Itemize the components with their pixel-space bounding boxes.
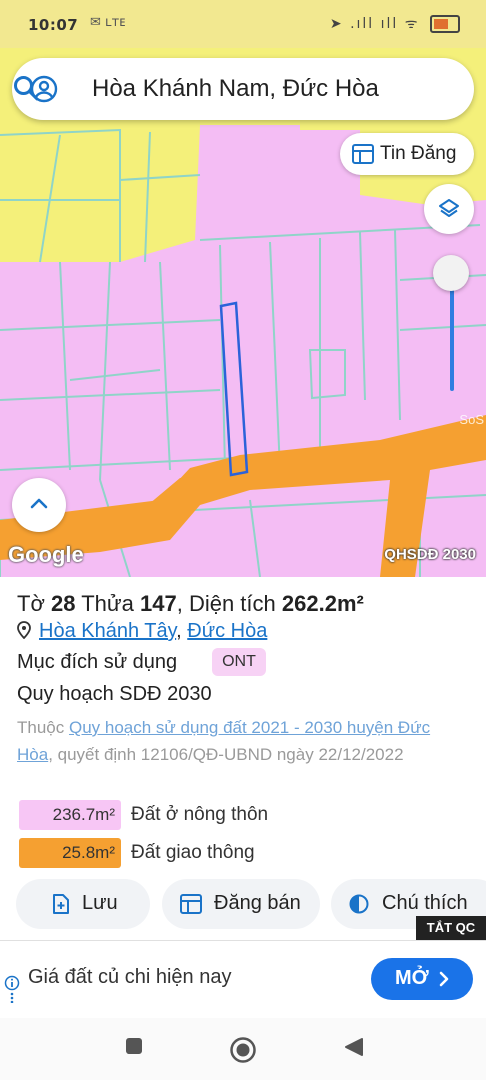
plan-title: Quy hoạch SDĐ 2030 bbox=[17, 683, 212, 705]
legend-area: 236.7m² bbox=[52, 805, 115, 824]
search-icon[interactable] bbox=[12, 74, 40, 102]
purpose-badge: ONT bbox=[212, 648, 266, 676]
save-button[interactable]: Lưu bbox=[16, 879, 150, 929]
close-ad-button[interactable]: TẮT QC bbox=[416, 916, 486, 940]
layers-button[interactable] bbox=[424, 184, 474, 234]
listing-icon bbox=[352, 144, 374, 164]
slider-knob[interactable] bbox=[433, 255, 469, 291]
google-logo: Google bbox=[8, 542, 84, 567]
area-label: Diện tích bbox=[188, 591, 276, 616]
search-query[interactable]: Hòa Khánh Nam, Đức Hòa bbox=[92, 75, 379, 103]
map-layer-label: QHSDĐ 2030 bbox=[384, 546, 476, 563]
purpose-label: Mục đích sử dụng bbox=[17, 651, 178, 673]
parcel-location: Hòa Khánh Tây, Đức Hòa bbox=[17, 620, 267, 643]
district-link[interactable]: Đức Hòa bbox=[187, 620, 267, 642]
ward-link[interactable]: Hòa Khánh Tây bbox=[39, 620, 176, 642]
search-bar[interactable]: Hòa Khánh Nam, Đức Hòa bbox=[12, 58, 474, 120]
tin-dang-label: Tin Đăng bbox=[380, 143, 457, 164]
ad-info-icon[interactable] bbox=[4, 975, 20, 1003]
expand-panel-button[interactable] bbox=[12, 478, 66, 532]
ad-banner[interactable]: Giá đất củ chi hiện nay MỞ bbox=[0, 940, 486, 1019]
legend-area: 25.8m² bbox=[62, 843, 115, 862]
ad-open-label: MỞ bbox=[395, 967, 429, 989]
layers-icon bbox=[439, 199, 459, 217]
to-number: 28 bbox=[51, 591, 76, 616]
clock: 10:07 bbox=[28, 16, 79, 34]
desc-prefix: Thuộc bbox=[17, 718, 65, 737]
layer-opacity-slider[interactable] bbox=[433, 255, 469, 405]
location-separator: , bbox=[176, 620, 182, 642]
contrast-icon bbox=[349, 894, 369, 914]
ad-text[interactable]: Giá đất củ chi hiện nay bbox=[28, 966, 231, 989]
legend-label: Đất giao thông bbox=[131, 842, 255, 863]
legend-row: 236.7m² Đất ở nông thôn bbox=[19, 800, 479, 830]
add-file-icon bbox=[53, 894, 69, 914]
system-nav-bar bbox=[0, 1018, 486, 1080]
legend-label: Đất ở nông thôn bbox=[131, 804, 269, 825]
parcel-info-panel: Tờ 28 Thửa 147, Diện tích 262.2m² Hòa Kh… bbox=[0, 577, 486, 940]
action-buttons: Lưu Đăng bán Chú thích bbox=[0, 879, 486, 931]
recent-apps-icon[interactable] bbox=[124, 1036, 144, 1056]
notes-label: Chú thích bbox=[382, 892, 468, 914]
parcel-title: Tờ 28 Thửa 147, Diện tích 262.2m² bbox=[17, 591, 364, 616]
save-label: Lưu bbox=[82, 892, 118, 914]
tin-dang-button[interactable]: Tin Đăng bbox=[340, 133, 474, 175]
signal-icons: ➤ .ıll ıll ᯤ bbox=[330, 14, 460, 33]
back-icon[interactable] bbox=[343, 1036, 365, 1058]
ad-open-button[interactable]: MỞ bbox=[371, 958, 473, 1000]
signal-wifi-icons: ➤ .ıll ıll ᯤ bbox=[329, 16, 420, 32]
location-pin-icon bbox=[17, 621, 31, 639]
area-value: 262.2m² bbox=[281, 591, 364, 616]
desc-suffix: , quyết định 12106/QĐ-UBND ngày 22/12/20… bbox=[48, 745, 404, 764]
thua-label: Thửa bbox=[81, 591, 134, 616]
chevron-right-icon bbox=[439, 971, 449, 987]
legend-swatch: 236.7m² bbox=[19, 800, 121, 830]
notification-icons: ✉ ʟᴛᴇ bbox=[90, 15, 126, 30]
listing-icon bbox=[180, 894, 202, 914]
legend-row: 25.8m² Đất giao thông bbox=[19, 838, 479, 868]
home-icon[interactable] bbox=[229, 1036, 257, 1064]
thua-number: 147 bbox=[139, 591, 177, 616]
plan-description: Thuộc Quy hoạch sử dụng đất 2021 - 2030 … bbox=[17, 714, 467, 768]
chevron-up-icon bbox=[30, 498, 48, 509]
sell-label: Đăng bán bbox=[214, 892, 301, 914]
battery-icon bbox=[430, 15, 460, 33]
map-view[interactable]: Hòa Khánh Nam, Đức Hòa Tin Đăng SoS Goog… bbox=[0, 0, 486, 577]
sell-button[interactable]: Đăng bán bbox=[162, 879, 320, 929]
status-bar: 10:07 ✉ ʟᴛᴇ ➤ .ıll ıll ᯤ bbox=[0, 0, 486, 48]
to-label: Tờ bbox=[17, 591, 45, 616]
legend-swatch: 25.8m² bbox=[19, 838, 121, 868]
watermark: SoS bbox=[459, 412, 484, 427]
